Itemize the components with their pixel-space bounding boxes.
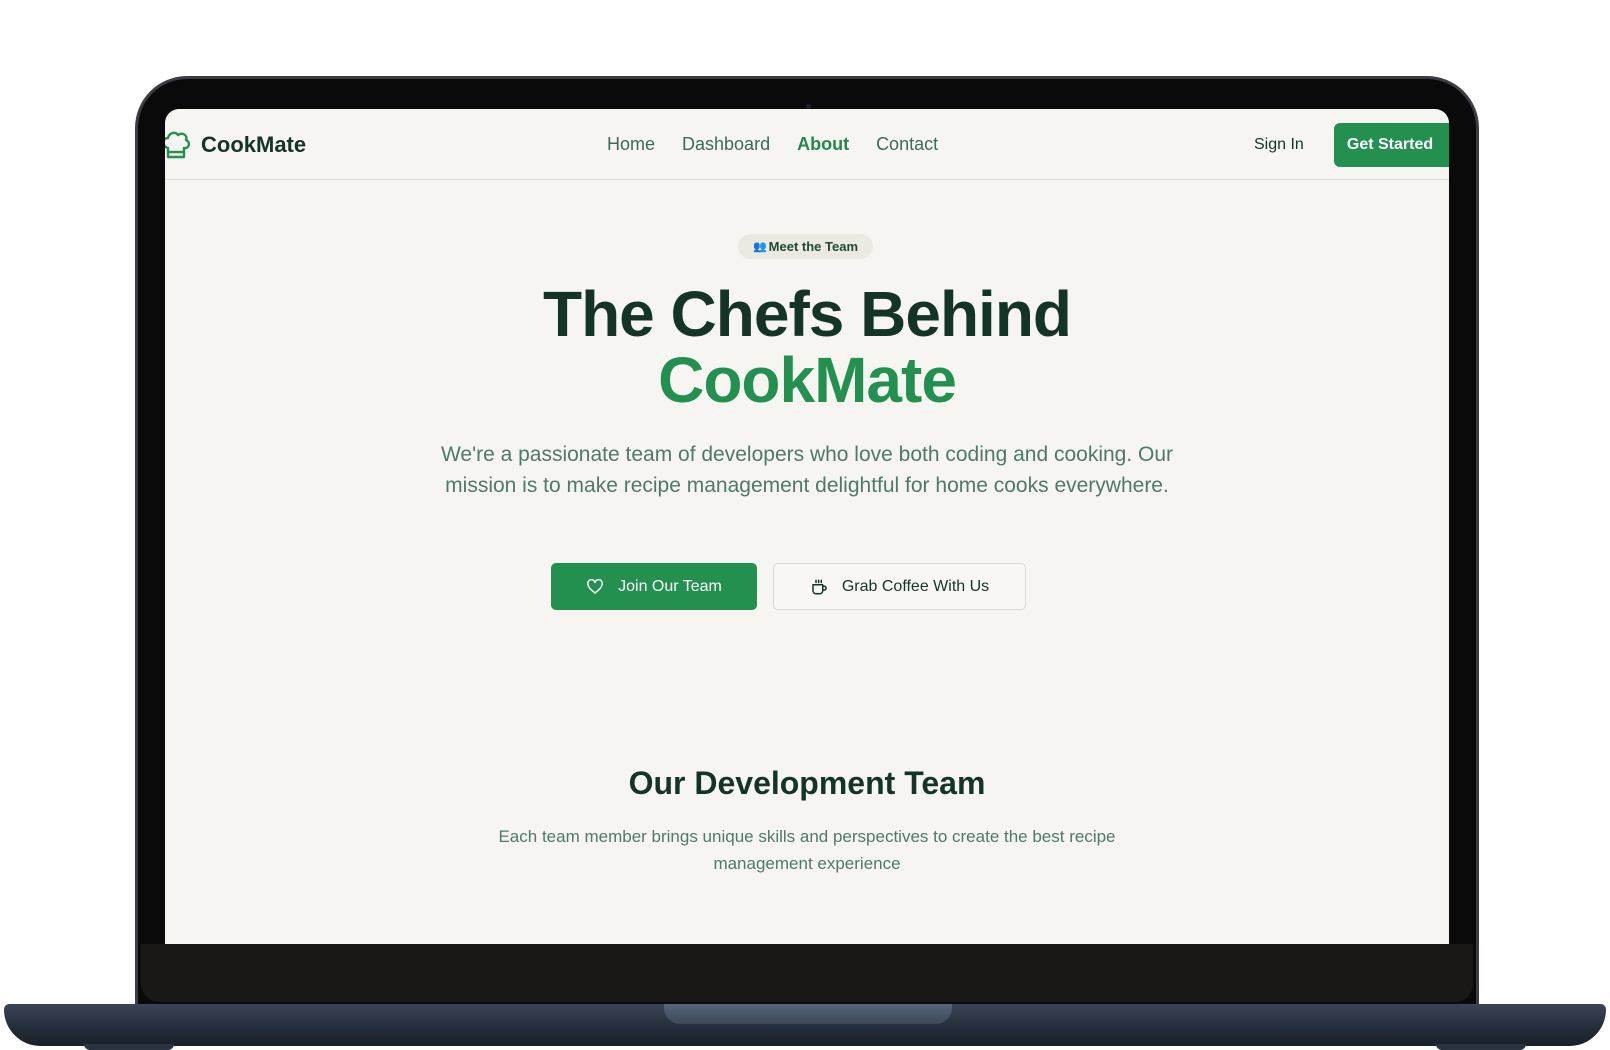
brand-name: CookMate <box>201 132 307 157</box>
grab-coffee-button[interactable]: Grab Coffee With Us <box>773 563 1026 610</box>
people-icon: 👥 <box>752 241 767 253</box>
nav-link-about[interactable]: About <box>797 134 849 155</box>
laptop-foot-left <box>84 1044 174 1050</box>
badge-label: Meet the Team <box>768 239 859 254</box>
nav-link-contact[interactable]: Contact <box>876 134 938 155</box>
meet-team-badge: 👥 Meet the Team <box>738 234 873 259</box>
join-our-team-label: Join Our Team <box>618 577 722 595</box>
hero-description: We're a passionate team of developers wh… <box>440 443 1174 497</box>
coffee-icon <box>812 579 827 594</box>
join-our-team-button[interactable]: Join Our Team <box>551 563 757 610</box>
nav-link-dashboard[interactable]: Dashboard <box>682 134 770 155</box>
hero-headline: The Chefs Behind CookMate <box>165 281 1449 413</box>
team-section-subtitle: Each team member brings unique skills an… <box>498 827 1116 873</box>
team-section-title: Our Development Team <box>628 765 986 801</box>
laptop-opening-notch <box>664 1004 952 1024</box>
headline-accent: CookMate <box>658 344 957 416</box>
headline-line-1: The Chefs Behind <box>542 278 1072 350</box>
chef-hat-icon <box>165 131 191 159</box>
main-nav: Home Dashboard About Contact <box>607 134 938 155</box>
nav-link-home[interactable]: Home <box>607 134 655 155</box>
get-started-button[interactable]: Get Started <box>1334 123 1449 167</box>
grab-coffee-label: Grab Coffee With Us <box>841 577 990 595</box>
browser-viewport: CookMate Home Dashboard About Contact Si… <box>165 109 1449 944</box>
sign-in-link[interactable]: Sign In <box>1254 136 1304 154</box>
brand-logo[interactable]: CookMate <box>165 127 306 163</box>
heart-icon <box>587 578 604 594</box>
laptop-foot-right <box>1436 1044 1526 1050</box>
navbar: CookMate Home Dashboard About Contact Si… <box>165 109 1449 180</box>
laptop-lower-bezel <box>141 944 1473 1002</box>
